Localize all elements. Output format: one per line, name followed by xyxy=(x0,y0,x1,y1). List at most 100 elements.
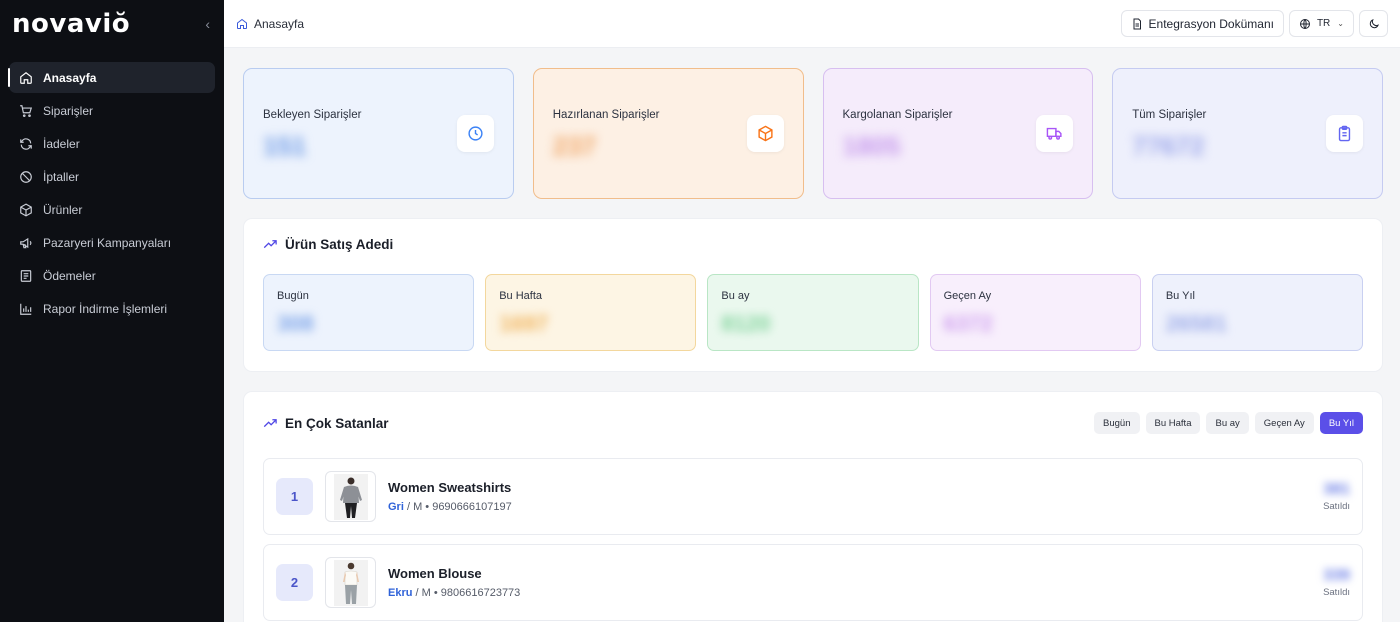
list-item[interactable]: 1 Women Sweatshirts Gri / M • 9690666107… xyxy=(263,458,1363,535)
integration-doc-button[interactable]: Entegrasyon Dokümanı xyxy=(1120,10,1284,37)
product-meta: Ekru / M • 9806616723773 xyxy=(388,587,520,599)
filter-month[interactable]: Bu ay xyxy=(1206,412,1249,434)
rank-badge: 2 xyxy=(276,564,313,601)
product-photo xyxy=(333,473,368,520)
order-stats: Bekleyen Siparişler 151 Hazırlanan Sipar… xyxy=(243,68,1383,199)
sidebar-nav: Anasayfa Siparişler İadeler İptaller Ürü… xyxy=(0,62,224,324)
trending-up-icon xyxy=(263,240,277,249)
theme-toggle-button[interactable] xyxy=(1359,10,1388,37)
period-value: 6372 xyxy=(943,311,993,336)
clipboard-icon xyxy=(1338,125,1351,142)
stat-icon-box xyxy=(456,115,494,152)
megaphone-icon xyxy=(20,237,32,248)
sidebar-item-label: Ödemeler xyxy=(43,268,96,283)
sidebar-item-urunler[interactable]: Ürünler xyxy=(9,194,215,225)
product-image xyxy=(325,557,376,608)
document-icon xyxy=(1133,18,1141,29)
period-label: Bu Hafta xyxy=(499,290,543,302)
refresh-icon xyxy=(20,137,32,150)
breadcrumb-label[interactable]: Anasayfa xyxy=(254,17,304,31)
product-info: Women Sweatshirts Gri / M • 969066610719… xyxy=(388,480,512,513)
sidebar-item-pazaryeri-kampanyalari[interactable]: Pazaryeri Kampanyaları xyxy=(9,227,215,258)
rank-badge: 1 xyxy=(276,478,313,515)
collapse-sidebar-icon[interactable]: ‹ xyxy=(205,16,210,32)
sold-count: 381 Satıldı xyxy=(1323,481,1350,512)
period-label: Bugün xyxy=(277,290,309,302)
stat-card-pending[interactable]: Bekleyen Siparişler 151 xyxy=(243,68,514,199)
best-sellers-title: En Çok Satanlar xyxy=(263,416,389,431)
sidebar-item-label: Ürünler xyxy=(43,202,83,217)
best-sellers-list: 1 Women Sweatshirts Gri / M • 9690666107… xyxy=(263,458,1363,621)
sidebar-item-siparisler[interactable]: Siparişler xyxy=(9,95,215,126)
brand-logo[interactable]: novaviŏ xyxy=(12,9,130,39)
period-value: 26581 xyxy=(1165,311,1227,336)
period-value: 308 xyxy=(277,311,314,336)
product-color: Ekru xyxy=(388,587,413,599)
stat-icon-box xyxy=(746,115,784,152)
box-icon xyxy=(757,125,773,142)
chevron-down-icon: ⌄ xyxy=(1337,19,1344,28)
period-value: 1697 xyxy=(499,311,549,336)
stat-icon-box xyxy=(1036,115,1074,152)
clock-icon xyxy=(468,126,483,141)
truck-icon xyxy=(1046,127,1062,140)
ban-icon xyxy=(20,170,32,183)
best-sellers-card: En Çok Satanlar Bugün Bu Hafta Bu ay Geç… xyxy=(243,391,1383,622)
period-label: Geçen Ay xyxy=(943,290,992,302)
trending-up-icon xyxy=(263,418,277,427)
period-label: Bu ay xyxy=(721,290,750,302)
sales-periods: Bugün 308 Bu Hafta 1697 Bu ay 8120 Geçen… xyxy=(263,274,1364,351)
top-bar: Anasayfa Entegrasyon Dokümanı TR ⌄ xyxy=(224,0,1400,48)
filter-today[interactable]: Bugün xyxy=(1094,412,1140,434)
stat-icon-box xyxy=(1326,115,1363,152)
language-label: TR xyxy=(1316,18,1331,29)
period-value: 8120 xyxy=(721,311,771,336)
filter-year[interactable]: Bu Yıl xyxy=(1319,412,1363,434)
sidebar-item-anasayfa[interactable]: Anasayfa xyxy=(8,62,215,93)
home-icon xyxy=(20,71,32,84)
product-color: Gri xyxy=(388,501,404,513)
product-image xyxy=(325,471,376,522)
period-card-year: Bu Yıl 26581 xyxy=(1151,274,1364,351)
sold-label: Satıldı xyxy=(1323,501,1350,512)
sold-number: 339 xyxy=(1323,567,1350,584)
integration-doc-label: Entegrasyon Dokümanı xyxy=(1148,16,1274,31)
product-info: Women Blouse Ekru / M • 9806616723773 xyxy=(388,566,520,599)
product-size-barcode: / M • 9806616723773 xyxy=(412,587,521,599)
sidebar-item-iadeler[interactable]: İadeler xyxy=(9,128,215,159)
card-title-label: En Çok Satanlar xyxy=(285,415,389,431)
top-actions: Entegrasyon Dokümanı TR ⌄ xyxy=(1120,10,1388,37)
stat-card-all[interactable]: Tüm Siparişler 77672 xyxy=(1112,68,1383,199)
product-photo xyxy=(333,559,368,606)
period-label: Bu Yıl xyxy=(1165,290,1195,302)
sold-count: 339 Satıldı xyxy=(1323,567,1350,598)
period-filters: Bugün Bu Hafta Bu ay Geçen Ay Bu Yıl xyxy=(1094,412,1363,434)
stat-card-preparing[interactable]: Hazırlanan Siparişler 237 xyxy=(532,68,804,199)
sales-count-card: Ürün Satış Adedi Bugün 308 Bu Hafta 1697… xyxy=(243,218,1383,372)
sidebar-item-odemeler[interactable]: Ödemeler xyxy=(9,260,215,291)
cart-icon xyxy=(20,104,33,117)
globe-icon xyxy=(1299,18,1310,29)
list-item[interactable]: 2 Women Blouse Ekru / M • 9806616723773 xyxy=(263,544,1363,621)
home-icon xyxy=(237,18,247,29)
sold-label: Satıldı xyxy=(1323,587,1350,598)
receipt-icon xyxy=(20,269,32,282)
filter-last-month[interactable]: Geçen Ay xyxy=(1254,412,1314,434)
sidebar-item-iptaller[interactable]: İptaller xyxy=(9,161,215,192)
package-icon xyxy=(20,202,32,217)
product-size-barcode: / M • 9690666107197 xyxy=(403,501,512,513)
period-card-today: Bugün 308 xyxy=(263,274,475,351)
sidebar-item-label: İadeler xyxy=(43,136,80,151)
product-name: Women Blouse xyxy=(388,566,482,581)
filter-week[interactable]: Bu Hafta xyxy=(1145,412,1201,434)
language-select[interactable]: TR ⌄ xyxy=(1288,10,1354,37)
breadcrumb: Anasayfa xyxy=(236,17,304,31)
sidebar-item-rapor-indirme[interactable]: Rapor İndirme İşlemleri xyxy=(9,293,215,324)
product-name: Women Sweatshirts xyxy=(388,480,512,495)
stat-card-shipped[interactable]: Kargolanan Siparişler 1805 xyxy=(822,68,1094,199)
sidebar-item-label: Rapor İndirme İşlemleri xyxy=(43,301,168,316)
sidebar-item-label: Siparişler xyxy=(43,103,94,118)
period-card-week: Bu Hafta 1697 xyxy=(485,274,697,351)
card-title-label: Ürün Satış Adedi xyxy=(285,237,394,252)
sidebar: novaviŏ ‹ Anasayfa Siparişler İadeler İp… xyxy=(0,0,224,622)
